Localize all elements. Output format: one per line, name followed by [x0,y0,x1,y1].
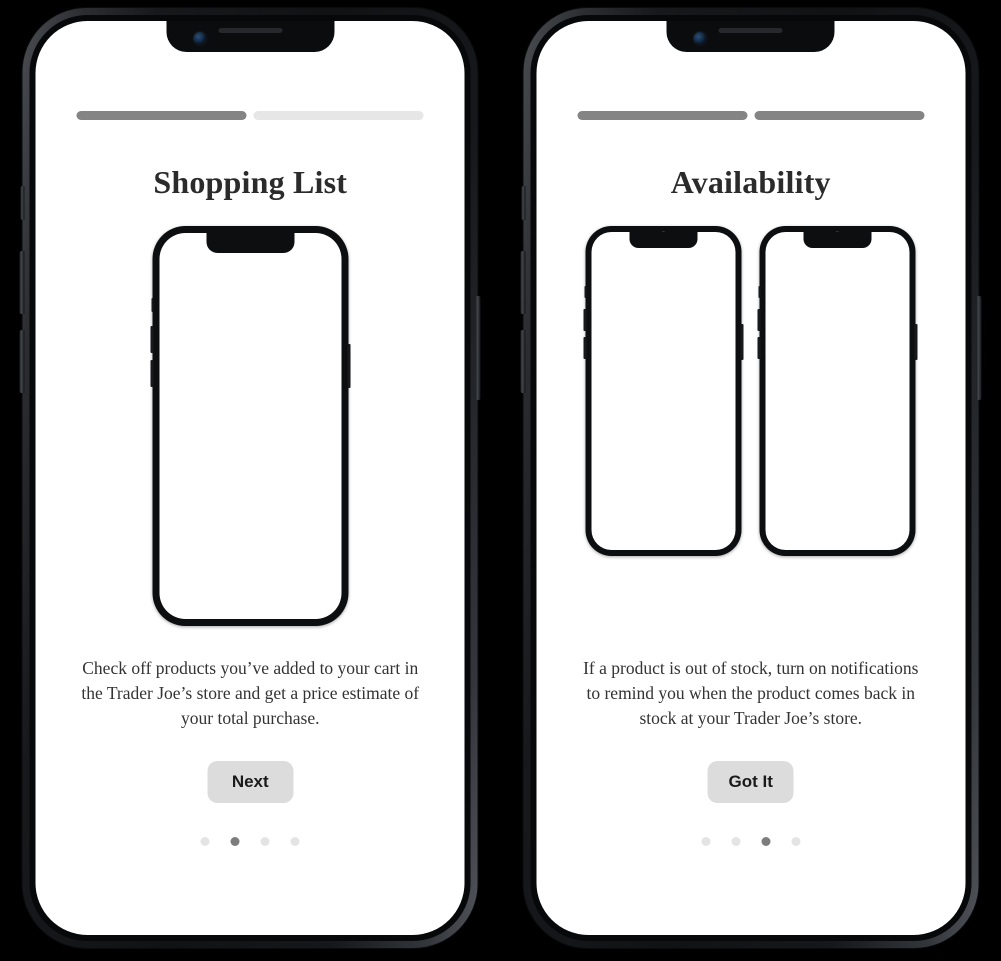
illustration-area [150,226,351,626]
phone-mockup-screen [765,232,910,550]
power-button-icon [740,324,744,360]
page-dot-1[interactable] [701,836,711,846]
page-dot-2[interactable] [731,836,741,846]
power-button-icon[interactable] [475,296,481,400]
page-dot-3[interactable] [761,836,771,846]
volume-down-button-icon[interactable] [19,330,25,393]
page-dot-2[interactable] [230,836,240,846]
phone-mockup [150,226,351,626]
mute-switch-icon[interactable] [20,186,25,220]
page-dot-4[interactable] [290,836,300,846]
volume-up-button-icon[interactable] [520,251,526,314]
phone-mockup [757,226,918,556]
device-notch [666,21,835,52]
phone-mockup-notch [206,233,295,253]
power-button-icon [347,344,351,388]
power-button-icon [914,324,918,360]
screenshot-stage: Shopping List Check off products you’ve … [0,0,1001,961]
page-title: Availability [670,164,831,200]
progress-segment-1 [577,111,748,120]
power-button-icon[interactable] [976,296,982,400]
page-dot-1[interactable] [200,836,210,846]
onboarding-description: If a product is out of stock, turn on no… [583,658,919,728]
device-screen-left: Shopping List Check off products you’ve … [35,21,465,935]
volume-down-button-icon[interactable] [520,330,526,393]
mute-switch-icon [758,286,761,298]
progress-segment-1 [76,111,247,120]
illustration-area [583,226,918,626]
progress-segment-2 [253,111,424,120]
volume-down-button-icon [757,337,761,359]
device-notch [166,21,335,52]
onboarding-description: Check off products you’ve added to your … [81,658,420,728]
speaker-icon [718,28,783,33]
iphone-device-frame-right: Availability If a product is out of stoc… [520,8,982,948]
volume-down-button-icon [150,360,154,387]
phone-mockup-screen [591,232,736,550]
volume-up-button-icon [150,326,154,353]
speaker-icon [218,28,283,33]
page-title: Shopping List [153,164,348,200]
page-indicator[interactable] [701,836,801,846]
volume-up-button-icon [757,309,761,331]
onboarding-progress-bar [76,111,424,120]
phone-mockup-notch [629,232,698,248]
volume-down-button-icon [583,337,587,359]
next-button[interactable]: Next [207,760,294,803]
volume-up-button-icon[interactable] [19,251,25,314]
phone-mockup-screen [159,233,342,619]
page-dot-4[interactable] [791,836,801,846]
progress-segment-2 [754,111,925,120]
mute-switch-icon [584,286,587,298]
page-indicator[interactable] [200,836,300,846]
device-screen-right: Availability If a product is out of stoc… [536,21,966,935]
device-panel-left: Shopping List Check off products you’ve … [0,0,501,961]
device-panel-right: Availability If a product is out of stoc… [500,0,1001,961]
phone-mockup-notch [803,232,872,248]
got-it-button[interactable]: Got It [707,760,794,803]
mute-switch-icon [151,298,154,312]
onboarding-screen-shopping-list: Shopping List Check off products you’ve … [36,21,465,935]
onboarding-screen-availability: Availability If a product is out of stoc… [536,21,965,935]
iphone-device-frame-left: Shopping List Check off products you’ve … [19,8,481,948]
camera-icon [193,32,207,45]
mute-switch-icon[interactable] [521,186,526,220]
page-dot-3[interactable] [260,836,270,846]
onboarding-progress-bar [577,111,925,120]
phone-mockup [583,226,744,556]
camera-icon [693,32,707,45]
volume-up-button-icon [583,309,587,331]
